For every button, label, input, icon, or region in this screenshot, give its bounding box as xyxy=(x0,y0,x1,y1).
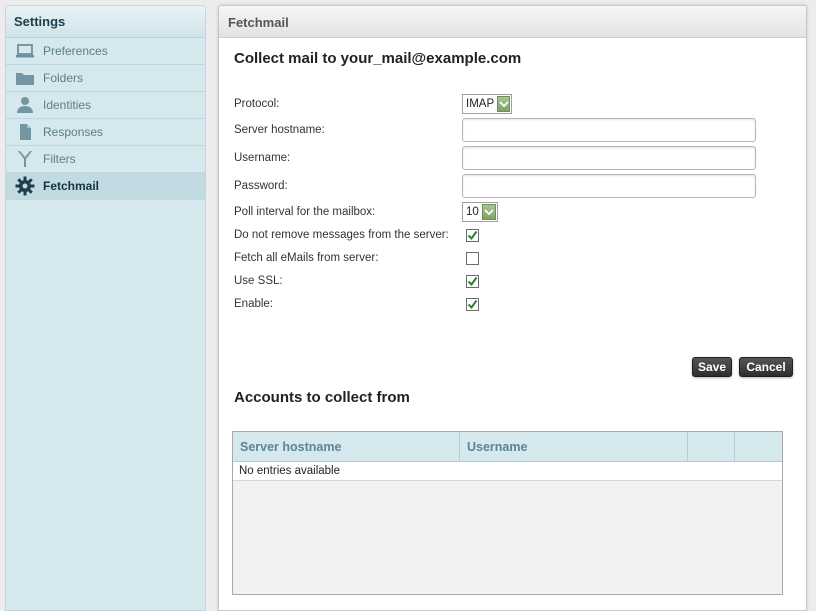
ssl-label: Use SSL: xyxy=(234,275,283,287)
sidebar-item-label: Responses xyxy=(43,125,104,139)
laptop-icon xyxy=(14,42,36,60)
poll-interval-select[interactable]: 10 xyxy=(462,202,498,222)
username-label: Username: xyxy=(234,152,291,164)
password-input[interactable] xyxy=(462,174,756,198)
fetch-all-checkbox[interactable] xyxy=(466,252,479,265)
hostname-label: Server hostname: xyxy=(234,124,325,136)
table-header: Server hostname Username xyxy=(233,432,782,462)
fetchmail-panel: Fetchmail Collect mail to your_mail@exam… xyxy=(218,5,807,611)
sidebar-item-filters[interactable]: Filters xyxy=(6,146,205,173)
protocol-value: IMAP xyxy=(466,98,495,110)
protocol-label: Protocol: xyxy=(234,98,280,110)
sidebar-item-identities[interactable]: Identities xyxy=(6,92,205,119)
keep-messages-checkbox[interactable] xyxy=(466,229,479,242)
username-input[interactable] xyxy=(462,146,756,170)
folder-icon xyxy=(14,69,36,87)
sidebar-item-label: Fetchmail xyxy=(43,179,100,193)
cancel-button[interactable]: Cancel xyxy=(739,357,793,377)
document-icon xyxy=(14,123,36,141)
accounts-title: Accounts to collect from xyxy=(234,389,410,406)
column-username[interactable]: Username xyxy=(460,432,688,461)
panel-title: Fetchmail xyxy=(219,6,806,38)
collect-title: Collect mail to your_mail@example.com xyxy=(234,50,522,67)
sidebar-item-preferences[interactable]: Preferences xyxy=(6,38,205,65)
keep-messages-row: Do not remove messages from the server: xyxy=(234,223,462,247)
empty-table-message: No entries available xyxy=(233,462,782,481)
sidebar-item-label: Folders xyxy=(43,71,84,85)
settings-sidebar: Settings Preferences Folders Identities … xyxy=(5,5,206,611)
enable-checkbox[interactable] xyxy=(466,298,479,311)
fetch-all-row: Fetch all eMails from server: xyxy=(234,246,462,270)
sidebar-item-label: Filters xyxy=(43,152,76,166)
ssl-checkbox[interactable] xyxy=(466,275,479,288)
checkmark-icon xyxy=(467,276,478,287)
person-icon xyxy=(14,96,36,114)
fetch-all-label: Fetch all eMails from server: xyxy=(234,252,379,264)
column-edit xyxy=(688,432,735,461)
poll-row: Poll interval for the mailbox: xyxy=(234,200,462,224)
sidebar-item-label: Identities xyxy=(43,98,92,112)
poll-label: Poll interval for the mailbox: xyxy=(234,206,376,218)
sidebar-title: Settings xyxy=(6,6,205,38)
enable-label: Enable: xyxy=(234,298,274,310)
password-row: Password: xyxy=(234,174,462,198)
ssl-row: Use SSL: xyxy=(234,269,462,293)
password-label: Password: xyxy=(234,180,288,192)
sidebar-item-fetchmail[interactable]: Fetchmail xyxy=(6,173,205,200)
accounts-table: Server hostname Username No entries avai… xyxy=(232,431,783,595)
column-delete xyxy=(735,432,782,461)
sidebar-item-responses[interactable]: Responses xyxy=(6,119,205,146)
chevron-down-icon xyxy=(497,96,510,112)
filter-icon xyxy=(14,150,36,168)
protocol-row: Protocol: xyxy=(234,92,462,116)
save-button[interactable]: Save xyxy=(692,357,732,377)
checkmark-icon xyxy=(467,299,478,310)
protocol-select[interactable]: IMAP xyxy=(462,94,512,114)
username-row: Username: xyxy=(234,146,462,170)
poll-value: 10 xyxy=(466,206,479,218)
sidebar-item-label: Preferences xyxy=(43,44,108,58)
hostname-input[interactable] xyxy=(462,118,756,142)
column-server-hostname[interactable]: Server hostname xyxy=(233,432,460,461)
chevron-down-icon xyxy=(481,204,496,220)
sidebar-item-folders[interactable]: Folders xyxy=(6,65,205,92)
checkmark-icon xyxy=(467,230,478,241)
gear-icon xyxy=(14,176,36,196)
enable-row: Enable: xyxy=(234,292,462,316)
hostname-row: Server hostname: xyxy=(234,118,462,142)
keep-messages-label: Do not remove messages from the server: xyxy=(234,229,449,241)
